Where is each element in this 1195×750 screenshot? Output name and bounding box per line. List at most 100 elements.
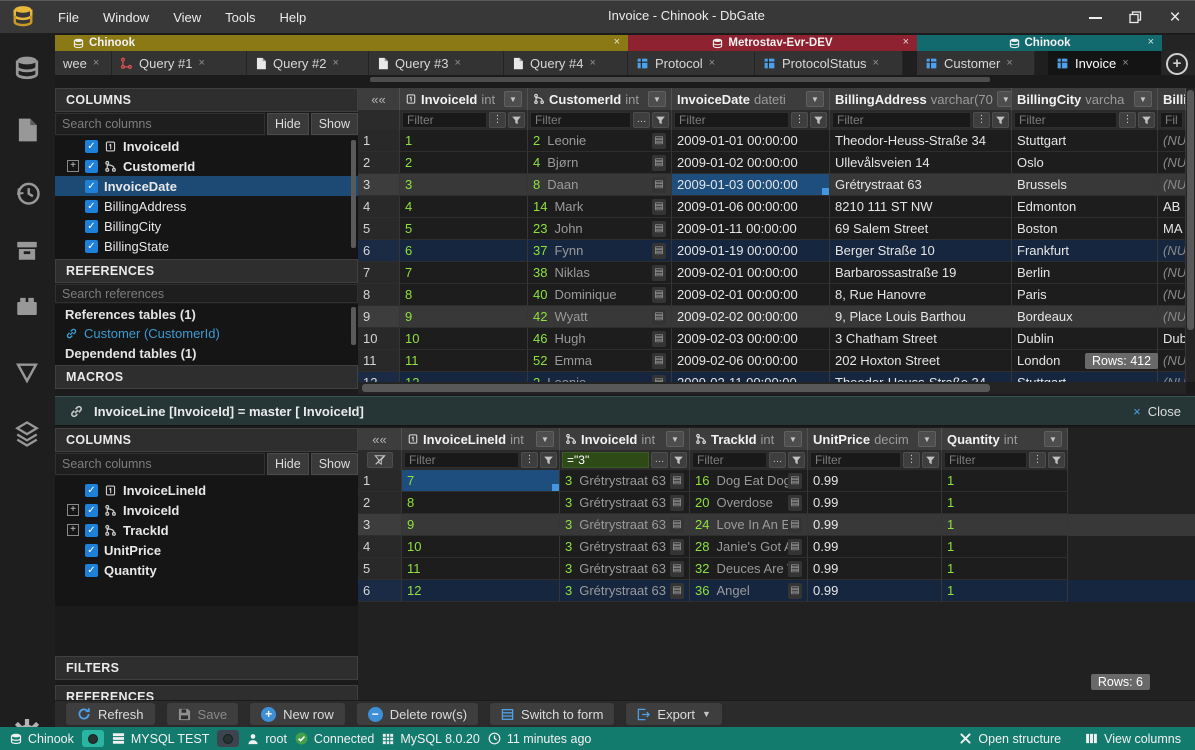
checkbox-checked[interactable]: ✓: [85, 240, 98, 253]
cell-quantity[interactable]: 1: [942, 558, 1068, 580]
cell-invoiceid[interactable]: 3Grétrystraat 63▤: [560, 470, 690, 492]
row-number[interactable]: 7: [358, 262, 400, 284]
checkbox-checked[interactable]: ✓: [85, 544, 98, 557]
cell-billingstate[interactable]: MA: [1158, 218, 1186, 240]
tab-protocolstatus[interactable]: ProtocolStatus×: [755, 51, 903, 75]
statusbar-database[interactable]: Chinook: [10, 732, 74, 746]
cell-billingcity[interactable]: Brussels: [1012, 174, 1158, 196]
menu-help[interactable]: Help: [270, 8, 317, 27]
tab-close-icon[interactable]: ×: [1006, 57, 1012, 69]
row-number[interactable]: 2: [358, 152, 400, 174]
column-header-unitprice[interactable]: UnitPricedecim ▼: [808, 428, 942, 450]
funnel-icon[interactable]: [652, 112, 669, 128]
row-number[interactable]: 4: [358, 536, 402, 558]
filter-menu-icon[interactable]: ⋮: [973, 112, 990, 128]
tab-query-1[interactable]: Query #1×: [112, 51, 247, 75]
filter-input[interactable]: [810, 452, 901, 468]
tab-scrollbar[interactable]: [370, 77, 990, 82]
funnel-icon[interactable]: [922, 452, 939, 468]
column-menu-chevron-icon[interactable]: ▼: [536, 431, 554, 447]
expand-icon[interactable]: +: [67, 160, 79, 172]
table-row[interactable]: 2 2 4Bjørn▤ 2009-01-02 00:00:00 Ullevåls…: [358, 152, 1186, 174]
cell-billingcity[interactable]: Berlin: [1012, 262, 1158, 284]
cell-billingcity[interactable]: Stuttgart: [1012, 130, 1158, 152]
row-number[interactable]: 8: [358, 284, 400, 306]
vertical-scrollbar[interactable]: [1186, 88, 1195, 382]
funnel-icon[interactable]: [508, 112, 525, 128]
minimize-button[interactable]: [1075, 1, 1115, 34]
detail-close-button[interactable]: ×Close: [1133, 404, 1181, 419]
cell-invoicelineid[interactable]: 11: [402, 558, 560, 580]
row-number[interactable]: 4: [358, 196, 400, 218]
cell-billingcity[interactable]: Dublin: [1012, 328, 1158, 350]
column-item-invoicelineid[interactable]: +✓ InvoiceLineId: [55, 480, 358, 500]
cell-billingaddress[interactable]: Grétrystraat 63: [830, 174, 1012, 196]
cell-billingstate[interactable]: (NULL): [1158, 240, 1186, 262]
sidebar-scrollbar[interactable]: [351, 307, 356, 345]
cell-billingcity[interactable]: Frankfurt: [1012, 240, 1158, 262]
cell-invoicedate[interactable]: 2009-01-06 00:00:00: [672, 196, 830, 218]
cell-billingaddress[interactable]: 8, Rue Hanovre: [830, 284, 1012, 306]
cell-invoiceid[interactable]: 9: [400, 306, 528, 328]
collapse-columns-icon[interactable]: ««: [358, 428, 402, 450]
column-menu-chevron-icon[interactable]: ▼: [997, 91, 1012, 107]
row-number[interactable]: 9: [358, 306, 400, 328]
column-item-customerid[interactable]: +✓ CustomerId: [55, 156, 358, 176]
hide-button[interactable]: Hide: [267, 453, 309, 475]
row-number[interactable]: 6: [358, 240, 400, 262]
column-item-invoiceid[interactable]: +✓ InvoiceId: [55, 500, 358, 520]
cell-billingcity[interactable]: Edmonton: [1012, 196, 1158, 218]
menu-window[interactable]: Window: [93, 8, 159, 27]
filter-input[interactable]: [944, 452, 1027, 468]
menu-view[interactable]: View: [163, 8, 211, 27]
cell-customerid[interactable]: 4Bjørn▤: [528, 152, 672, 174]
table-row[interactable]: 3 9 3Grétrystraat 63▤ 24Love In An Eleva…: [358, 514, 1195, 536]
funnel-icon[interactable]: [788, 452, 805, 468]
column-menu-chevron-icon[interactable]: ▼: [666, 431, 684, 447]
cell-invoiceid[interactable]: 2: [400, 152, 528, 174]
row-number[interactable]: 10: [358, 328, 400, 350]
cell-invoicedate[interactable]: 2009-01-11 00:00:00: [672, 218, 830, 240]
document-icon[interactable]: ▤: [652, 221, 666, 237]
row-number[interactable]: 5: [358, 218, 400, 240]
filter-input[interactable]: [1014, 112, 1117, 128]
statusbar-server[interactable]: MYSQL TEST: [112, 732, 210, 746]
cell-billingaddress[interactable]: 9, Place Louis Barthou: [830, 306, 1012, 328]
column-menu-chevron-icon[interactable]: ▼: [504, 91, 522, 107]
cell-invoiceid[interactable]: 5: [400, 218, 528, 240]
column-item-trackid[interactable]: +✓ TrackId: [55, 520, 358, 540]
cell-customerid[interactable]: 14Mark▤: [528, 196, 672, 218]
cell-invoicedate[interactable]: 2009-02-01 00:00:00: [672, 284, 830, 306]
cell-billingcity[interactable]: Oslo: [1012, 152, 1158, 174]
cell-unitprice[interactable]: 0.99: [808, 492, 942, 514]
document-icon[interactable]: ▤: [670, 495, 684, 511]
search-columns-input[interactable]: [55, 113, 265, 135]
reference-link-customer[interactable]: Customer (CustomerId): [55, 324, 358, 343]
row-number[interactable]: 1: [358, 470, 402, 492]
cell-customerid[interactable]: 38Niklas▤: [528, 262, 672, 284]
group-close-icon[interactable]: ×: [903, 36, 909, 48]
cell-quantity[interactable]: 1: [942, 492, 1068, 514]
cell-billingaddress[interactable]: Barbarossastraße 19: [830, 262, 1012, 284]
funnel-icon[interactable]: [992, 112, 1009, 128]
table-row[interactable]: 1 1 2Leonie▤ 2009-01-01 00:00:00 Theodor…: [358, 130, 1186, 152]
cell-billingstate[interactable]: (NULL): [1158, 174, 1186, 196]
cell-invoicelineid[interactable]: 12: [402, 580, 560, 602]
table-row[interactable]: 5 11 3Grétrystraat 63▤ 32Deuces Are Wild…: [358, 558, 1195, 580]
document-icon[interactable]: ▤: [652, 287, 666, 303]
cell-invoiceid[interactable]: 12: [400, 372, 528, 382]
document-icon[interactable]: ▤: [788, 473, 802, 489]
filter-input[interactable]: [674, 112, 789, 128]
filter-input[interactable]: [530, 112, 631, 128]
filter-menu-icon[interactable]: ⋮: [1119, 112, 1136, 128]
cell-invoiceid[interactable]: 3: [400, 174, 528, 196]
cell-billingaddress[interactable]: Theodor-Heuss-Straße 34: [830, 372, 1012, 382]
group-close-icon[interactable]: ×: [614, 36, 620, 48]
files-icon[interactable]: [14, 117, 40, 143]
document-icon[interactable]: ▤: [652, 199, 666, 215]
row-number[interactable]: 3: [358, 174, 400, 196]
tab-close-icon[interactable]: ×: [93, 57, 99, 69]
history-icon[interactable]: [14, 179, 42, 207]
row-number[interactable]: 2: [358, 492, 402, 514]
filter-menu-icon[interactable]: ⋮: [489, 112, 506, 128]
